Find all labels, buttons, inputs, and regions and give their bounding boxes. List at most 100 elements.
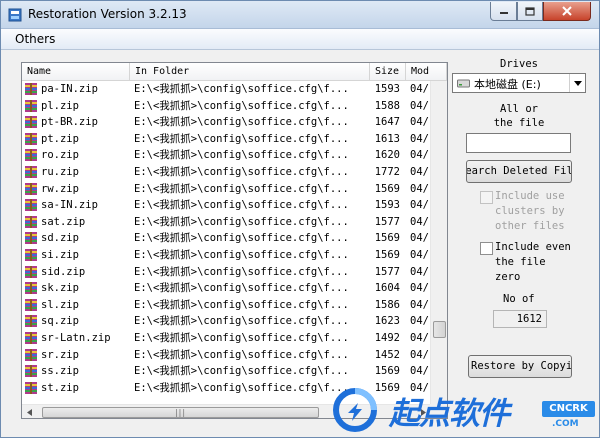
- file-name-input[interactable]: [466, 133, 571, 153]
- table-row[interactable]: sr.zip E:\<我抓抓>\config\soffice.cfg\f... 14…: [22, 347, 430, 364]
- watermark-logo-icon: [333, 388, 377, 432]
- table-row[interactable]: sd.zip E:\<我抓抓>\config\soffice.cfg\f... 15…: [22, 230, 430, 247]
- file-size: 1647: [374, 116, 400, 129]
- table-row[interactable]: pa-IN.zip E:\<我抓抓>\config\soffice.cfg\f..…: [22, 81, 430, 98]
- zip-archive-icon: [25, 232, 37, 245]
- file-folder: E:\<我抓抓>\config\soffice.cfg\f...: [134, 132, 349, 145]
- file-folder: E:\<我抓抓>\config\soffice.cfg\f...: [134, 215, 349, 228]
- search-deleted-files-button[interactable]: Search Deleted Files: [466, 160, 572, 183]
- include-zero-checkbox[interactable]: [480, 242, 493, 255]
- zip-archive-icon: [25, 381, 37, 394]
- file-size: 1569: [374, 182, 400, 195]
- column-size[interactable]: Size: [370, 63, 406, 81]
- file-modified: 04/: [410, 265, 429, 278]
- file-modified: 04/: [410, 332, 429, 344]
- column-modified[interactable]: Mod: [406, 63, 447, 81]
- file-modified: 04/: [410, 365, 429, 378]
- include-zero-line1: Include even: [495, 241, 571, 253]
- file-folder: E:\<我抓抓>\config\soffice.cfg\f...: [134, 282, 349, 295]
- file-size: 1593: [374, 199, 400, 212]
- file-size: 1620: [374, 149, 400, 162]
- zip-archive-icon: [25, 116, 37, 129]
- file-folder: E:\<我抓抓>\config\soffice.cfg\f...: [134, 298, 349, 311]
- file-list[interactable]: Name In Folder Size Mod pa-IN.zip E:\<我抓抓…: [21, 62, 448, 419]
- file-modified: 04/: [410, 149, 429, 162]
- table-row[interactable]: sk.zip E:\<我抓抓>\config\soffice.cfg\f... 16…: [22, 280, 430, 297]
- file-folder: E:\<我抓抓>\config\soffice.cfg\f...: [134, 365, 349, 378]
- zip-archive-icon: [25, 298, 37, 311]
- zip-archive-icon: [25, 315, 37, 328]
- chevron-left-icon: [26, 409, 32, 416]
- file-folder: E:\<我抓抓>\config\soffice.cfg\f...: [134, 116, 349, 129]
- table-row[interactable]: sl.zip E:\<我抓抓>\config\soffice.cfg\f... 15…: [22, 297, 430, 314]
- include-clusters-line1: Include use: [495, 190, 565, 202]
- table-row[interactable]: ro.zip E:\<我抓抓>\config\soffice.cfg\f... 16…: [22, 147, 430, 164]
- table-row[interactable]: rw.zip E:\<我抓抓>\config\soffice.cfg\f... 15…: [22, 181, 430, 198]
- search-button-label: Search Deleted Files: [466, 165, 571, 177]
- grip-icon: |||: [174, 407, 187, 417]
- table-row[interactable]: si.zip E:\<我抓抓>\config\soffice.cfg\f... 15…: [22, 247, 430, 264]
- maximize-button[interactable]: [517, 2, 543, 21]
- minimize-icon: [499, 12, 508, 14]
- vertical-scrollbar[interactable]: [430, 81, 447, 404]
- file-folder: E:\<我抓抓>\config\soffice.cfg\f...: [134, 83, 349, 95]
- file-name: sl.zip: [41, 298, 79, 311]
- zip-archive-icon: [25, 132, 37, 145]
- zip-archive-icon: [25, 182, 37, 195]
- table-row[interactable]: sid.zip E:\<我抓抓>\config\soffice.cfg\f... 1…: [22, 264, 430, 281]
- file-modified: 04/: [410, 232, 429, 245]
- file-size: 1577: [374, 265, 400, 278]
- file-folder: E:\<我抓抓>\config\soffice.cfg\f...: [134, 348, 349, 361]
- file-size: 1492: [374, 332, 400, 344]
- table-row[interactable]: ru.zip E:\<我抓抓>\config\soffice.cfg\f... 17…: [22, 164, 430, 181]
- vertical-scroll-thumb[interactable]: [433, 321, 446, 338]
- file-modified: 04/: [410, 249, 429, 261]
- menu-others[interactable]: Others: [15, 32, 55, 46]
- close-button[interactable]: [543, 2, 591, 21]
- file-name: sq.zip: [41, 315, 79, 328]
- zip-archive-icon: [25, 282, 37, 295]
- hard-drive-icon: [457, 79, 470, 88]
- column-in-folder[interactable]: In Folder: [130, 63, 370, 81]
- file-size: 1613: [374, 132, 400, 145]
- file-name: sr-Latn.zip: [41, 332, 111, 344]
- app-icon: [8, 8, 22, 22]
- include-clusters-checkbox[interactable]: [480, 191, 493, 204]
- horizontal-scroll-thumb[interactable]: |||: [42, 407, 319, 418]
- column-header: Name In Folder Size Mod: [22, 63, 447, 81]
- file-modified: 04/: [410, 99, 429, 112]
- drive-selected-value: 本地磁盘 (E:): [474, 78, 541, 91]
- file-modified: 04/: [410, 199, 429, 212]
- table-row[interactable]: sr-Latn.zip E:\<我抓抓>\config\soffice.cfg\f…: [22, 330, 430, 347]
- file-modified: 04/: [410, 132, 429, 145]
- file-folder: E:\<我抓抓>\config\soffice.cfg\f...: [134, 265, 349, 278]
- minimize-button[interactable]: [490, 2, 517, 21]
- file-modified: 04/: [410, 182, 429, 195]
- drive-dropdown-button[interactable]: [569, 74, 585, 92]
- include-clusters-line2: clusters by: [495, 205, 565, 217]
- table-row[interactable]: pt-BR.zip E:\<我抓抓>\config\soffice.cfg\f..…: [22, 114, 430, 131]
- restore-by-copying-button[interactable]: Restore by Copying: [468, 355, 572, 378]
- column-name[interactable]: Name: [22, 63, 130, 81]
- zip-archive-icon: [25, 348, 37, 361]
- file-name: st.zip: [41, 381, 79, 394]
- file-modified: 04/: [410, 215, 429, 228]
- file-count-value: 1612: [493, 310, 547, 328]
- table-row[interactable]: pl.zip E:\<我抓抓>\config\soffice.cfg\f... 15…: [22, 98, 430, 115]
- table-row[interactable]: sq.zip E:\<我抓抓>\config\soffice.cfg\f... 16…: [22, 313, 430, 330]
- file-name: pl.zip: [41, 99, 79, 112]
- table-row[interactable]: ss.zip E:\<我抓抓>\config\soffice.cfg\f... 15…: [22, 363, 430, 380]
- file-name: si.zip: [41, 249, 79, 261]
- zip-archive-icon: [25, 149, 37, 162]
- table-row[interactable]: sa-IN.zip E:\<我抓抓>\config\soffice.cfg\f..…: [22, 197, 430, 214]
- include-zero-line3: zero: [495, 271, 521, 283]
- zip-archive-icon: [25, 249, 37, 261]
- maximize-icon: [525, 6, 535, 16]
- table-row[interactable]: pt.zip E:\<我抓抓>\config\soffice.cfg\f... 16…: [22, 131, 430, 148]
- table-row[interactable]: sat.zip E:\<我抓抓>\config\soffice.cfg\f... 1…: [22, 214, 430, 231]
- title-bar[interactable]: Restoration Version 3.2.13: [1, 1, 599, 29]
- zip-archive-icon: [25, 199, 37, 212]
- scroll-left-arrow[interactable]: [22, 405, 37, 418]
- drive-select[interactable]: 本地磁盘 (E:): [452, 73, 586, 93]
- file-size: 1577: [374, 215, 400, 228]
